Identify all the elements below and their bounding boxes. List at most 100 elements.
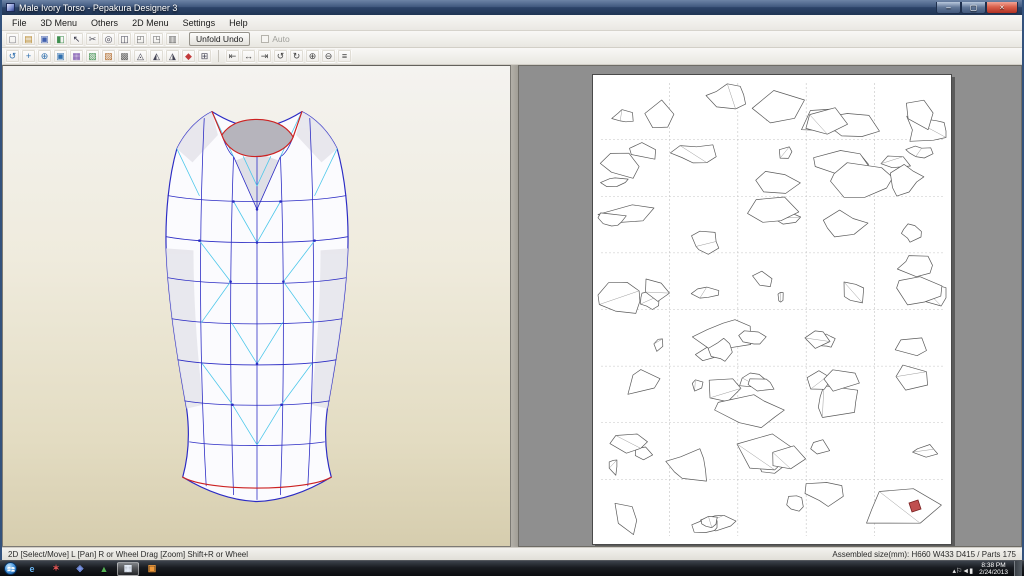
zoom-out-icon[interactable]: ⊖ [321,49,336,63]
pattern-piece[interactable] [747,378,775,392]
main-toolbar: ▢ ▤ ▣ ◧ ↖ ✂ ◎ ◫ ◰ ◳ ▥ Unfold Undo Auto [2,31,1022,48]
rotate-model-icon[interactable]: ↺ [5,49,20,63]
texture-view-icon[interactable]: ◧ [53,32,68,46]
measure-tool-icon[interactable]: ◫ [117,32,132,46]
tray-network-icon[interactable]: ▮ [969,568,973,575]
window-2d-icon[interactable]: ◳ [149,32,164,46]
align-center-icon[interactable]: ↔ [241,49,256,63]
pattern-piece[interactable] [627,369,661,395]
zoom-tool-icon[interactable]: ◎ [101,32,116,46]
pan-model-icon[interactable]: + [21,49,36,63]
taskbar-app-orange[interactable]: ▣ [141,562,163,576]
pattern-piece[interactable] [905,145,934,159]
taskbar-app-blue[interactable]: ◈ [69,562,91,576]
pattern-piece[interactable] [896,255,933,278]
new-file-icon[interactable]: ▢ [5,32,20,46]
pattern-piece[interactable] [901,223,922,243]
window-controls: – ▢ × [936,1,1018,14]
check-model-icon[interactable]: ◬ [133,49,148,63]
show-edges-icon[interactable]: ▦ [69,49,84,63]
2d-viewport[interactable] [518,65,1022,547]
pattern-piece[interactable] [822,209,869,238]
taskbar-internet-explorer[interactable]: e [21,562,43,576]
pattern-piece[interactable] [608,459,618,476]
show-texture-icon[interactable]: ▧ [85,49,100,63]
pattern-piece[interactable] [690,286,720,299]
pattern-piece[interactable] [653,338,664,352]
show-numbers-icon[interactable]: ▩ [117,49,132,63]
arrange-icon[interactable]: ≡ [337,49,352,63]
pattern-piece[interactable] [912,444,939,458]
pattern-page[interactable] [592,74,952,545]
show-flaps-icon[interactable]: ▨ [101,49,116,63]
taskbar-apps: e ✶ ◈ ▲ ▦ ▣ [21,561,163,576]
pattern-piece[interactable] [755,171,801,194]
save-file-icon[interactable]: ▣ [37,32,52,46]
close-button[interactable]: × [986,1,1018,14]
zoom-model-icon[interactable]: ⊕ [37,49,52,63]
start-button[interactable] [4,562,17,575]
pattern-piece[interactable] [691,230,720,255]
pattern-piece[interactable] [600,177,629,187]
menu-file[interactable]: File [5,17,34,29]
unfold-undo-button[interactable]: Unfold Undo [189,32,251,46]
pattern-pieces[interactable] [593,75,951,544]
pattern-piece[interactable] [611,109,634,123]
select-tool-icon[interactable]: ↖ [69,32,84,46]
window-3d-icon[interactable]: ◰ [133,32,148,46]
status-model-info: Assembled size(mm): H660 W433 D415 / Par… [832,549,1016,559]
pattern-piece[interactable] [810,439,831,455]
pattern-piece[interactable] [665,448,707,482]
edge-color-icon[interactable]: ◆ [181,49,196,63]
torso-3d-model[interactable] [97,94,417,524]
pattern-piece[interactable] [752,270,773,287]
taskbar-app-red[interactable]: ✶ [45,562,67,576]
pattern-piece[interactable] [705,83,746,110]
menu-2d-menu[interactable]: 2D Menu [125,17,176,29]
pattern-piece[interactable] [866,488,942,524]
window-both-icon[interactable]: ▥ [165,32,180,46]
align-left-icon[interactable]: ⇤ [225,49,240,63]
pattern-piece[interactable] [599,152,640,179]
pattern-piece[interactable] [738,330,767,345]
menu-others[interactable]: Others [84,17,125,29]
pane-splitter[interactable] [511,65,518,547]
open-file-icon[interactable]: ▤ [21,32,36,46]
rotate-left-icon[interactable]: ↺ [273,49,288,63]
pattern-piece[interactable] [804,482,844,507]
align-right-icon[interactable]: ⇥ [257,49,272,63]
zoom-in-icon[interactable]: ⊕ [305,49,320,63]
menu-3d-menu[interactable]: 3D Menu [34,17,85,29]
taskbar-pepakura-designer[interactable]: ▦ [117,561,139,576]
maximize-button[interactable]: ▢ [961,1,986,14]
minimize-button[interactable]: – [936,1,961,14]
pattern-piece[interactable] [895,364,928,391]
pattern-piece[interactable] [629,142,656,160]
divide-face-icon[interactable]: ◭ [149,49,164,63]
pattern-piece[interactable] [751,90,805,124]
tray-icons: ▴⚐◄▮ [952,560,973,576]
grid-icon[interactable]: ⊞ [197,49,212,63]
menu-bar: File 3D Menu Others 2D Menu Settings Help [2,15,1022,31]
pattern-piece[interactable] [614,502,638,535]
taskbar-clock[interactable]: 8:38 PM 2/24/2013 [974,562,1013,576]
fit-view-icon[interactable]: ▣ [53,49,68,63]
join-face-icon[interactable]: ◮ [165,49,180,63]
title-bar[interactable]: Male Ivory Torso - Pepakura Designer 3 –… [2,0,1022,15]
taskbar: e ✶ ◈ ▲ ▦ ▣ ▴⚐◄▮ 8:38 PM 2/24/2013 [0,560,1024,576]
menu-settings[interactable]: Settings [176,17,223,29]
taskbar-app-green[interactable]: ▲ [93,562,115,576]
toolbar-separator [218,50,219,62]
rotate-right-icon[interactable]: ↻ [289,49,304,63]
pattern-piece[interactable] [817,385,859,418]
pattern-piece[interactable] [786,495,804,512]
pattern-piece[interactable] [894,337,927,357]
cut-tool-icon[interactable]: ✂ [85,32,100,46]
menu-help[interactable]: Help [222,17,255,29]
pattern-piece[interactable] [691,379,704,392]
auto-checkbox[interactable]: Auto [261,34,290,44]
auto-checkbox-box[interactable] [261,35,270,43]
show-desktop-button[interactable] [1014,560,1022,576]
pattern-piece[interactable] [889,164,925,197]
3d-viewport[interactable] [2,65,511,547]
